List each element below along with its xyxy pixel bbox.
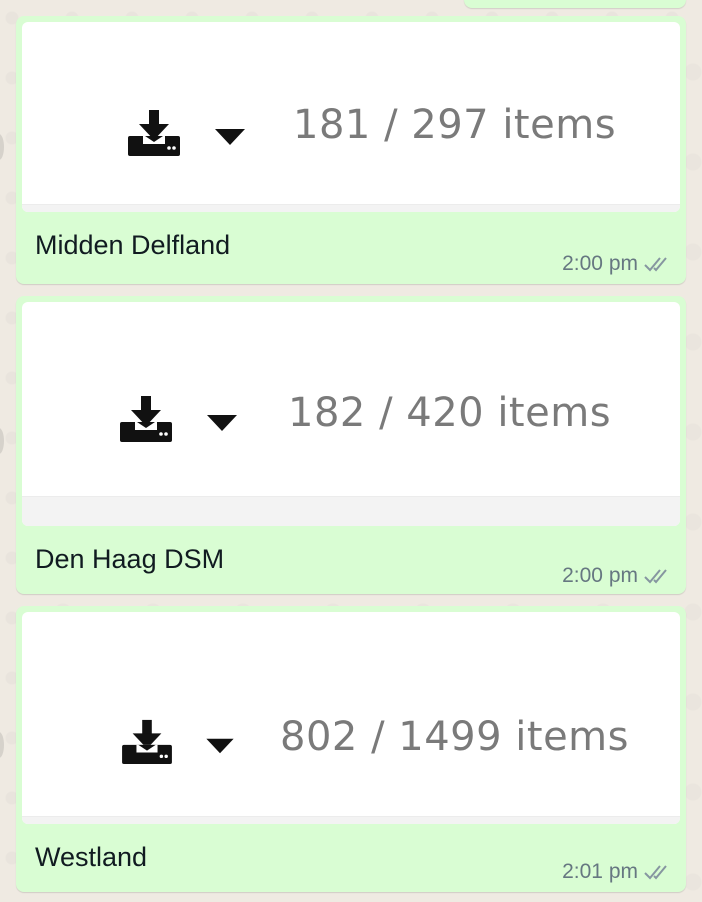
message-caption: Westland xyxy=(35,842,148,872)
item-count: 182 / 420 items xyxy=(288,390,612,436)
previous-message-bubble[interactable] xyxy=(464,0,686,8)
image-footer-band xyxy=(22,204,680,212)
message-meta: 2:00 pm xyxy=(562,564,672,588)
message-bubble[interactable]: 802 / 1499 items Westland 2:01 pm xyxy=(16,606,686,892)
chat-panel: 181 / 297 items Midden Delfland 2:00 pm xyxy=(0,0,702,902)
message-time: 2:00 pm xyxy=(562,252,638,275)
screenshot-image[interactable]: 182 / 420 items xyxy=(22,302,680,526)
double-check-icon xyxy=(644,257,667,272)
message-time: 2:00 pm xyxy=(562,564,638,587)
message-meta: 2:00 pm xyxy=(562,252,672,276)
message-meta: 2:01 pm xyxy=(562,860,672,884)
download-icon xyxy=(122,719,172,764)
message-caption: Midden Delfland xyxy=(35,230,231,260)
reaction-anchor xyxy=(0,134,4,160)
message-time: 2:01 pm xyxy=(562,860,638,883)
screenshot-image[interactable]: 802 / 1499 items xyxy=(22,612,680,824)
caret-down-icon xyxy=(207,415,237,431)
message-bubble[interactable]: 182 / 420 items Den Haag DSM 2:00 pm xyxy=(16,296,686,594)
item-count: 802 / 1499 items xyxy=(280,714,629,760)
caret-down-icon xyxy=(206,738,234,754)
download-icon xyxy=(120,396,172,442)
message-bubble[interactable]: 181 / 297 items Midden Delfland 2:00 pm xyxy=(16,16,686,284)
double-check-icon xyxy=(644,865,667,880)
image-footer-band xyxy=(22,816,680,824)
reaction-anchor xyxy=(0,428,4,454)
message-caption: Den Haag DSM xyxy=(35,544,225,574)
screenshot-image[interactable]: 181 / 297 items xyxy=(22,22,680,212)
download-icon xyxy=(128,110,180,156)
caret-down-icon xyxy=(215,129,245,145)
item-count: 181 / 297 items xyxy=(293,102,617,148)
double-check-icon xyxy=(644,569,667,584)
image-footer-band xyxy=(22,496,680,526)
reaction-anchor xyxy=(0,732,4,758)
